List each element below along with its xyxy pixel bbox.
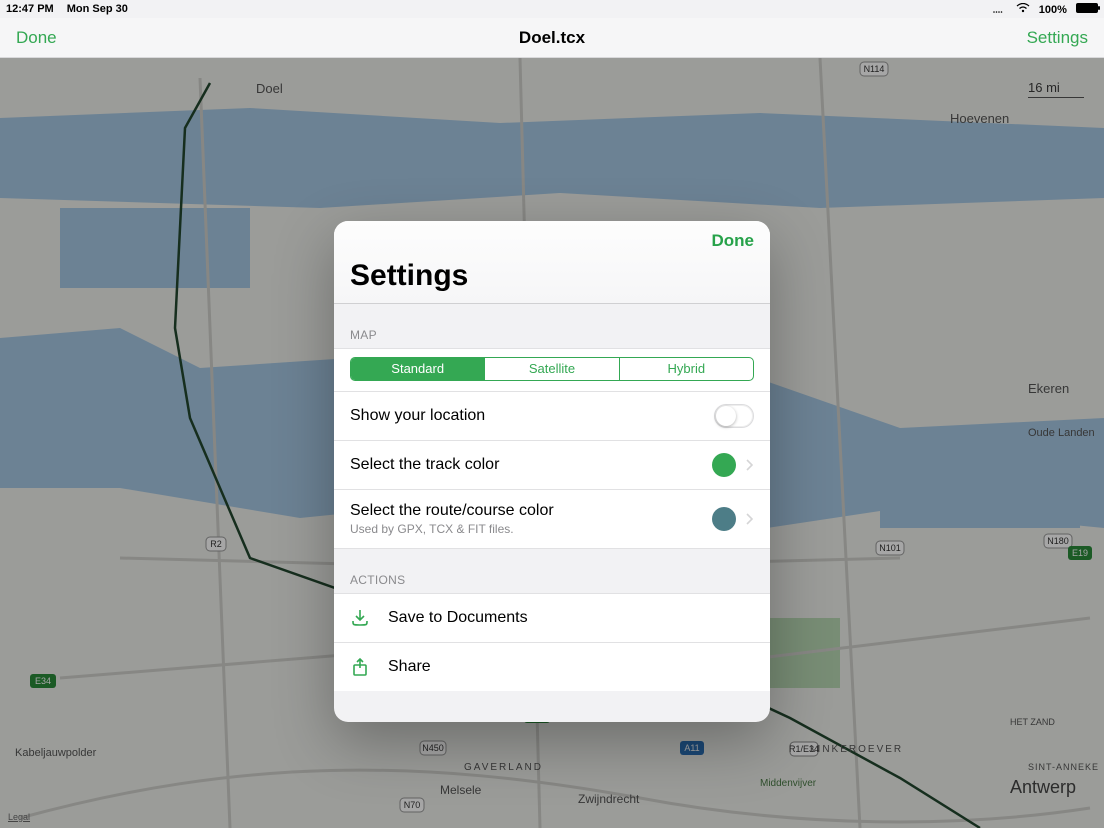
track-color-label: Select the track color — [350, 456, 499, 474]
battery-icon — [1076, 3, 1098, 13]
seg-hybrid[interactable]: Hybrid — [620, 358, 753, 380]
nav-done-button[interactable]: Done — [16, 28, 57, 48]
action-save-documents[interactable]: Save to Documents — [334, 594, 770, 643]
chevron-right-icon — [746, 459, 754, 471]
chevron-right-icon — [746, 513, 754, 525]
row-track-color[interactable]: Select the track color — [334, 441, 770, 490]
map-type-segmented: Standard Satellite Hybrid — [350, 357, 754, 381]
nav-bar: Done Doel.tcx Settings — [0, 18, 1104, 58]
wifi-icon — [1016, 3, 1030, 13]
battery-pct: 100% — [1039, 4, 1067, 16]
section-map-label: MAP — [334, 304, 770, 348]
download-icon — [350, 608, 370, 628]
status-date: Mon Sep 30 — [67, 3, 128, 15]
section-actions-label: ACTIONS — [334, 549, 770, 593]
sheet-done-button[interactable]: Done — [350, 231, 754, 251]
action-share-label: Share — [388, 658, 431, 676]
track-color-swatch — [712, 453, 736, 477]
seg-standard[interactable]: Standard — [351, 358, 485, 380]
route-color-sub: Used by GPX, TCX & FIT files. — [350, 522, 554, 536]
sheet-header: Done Settings — [334, 221, 770, 304]
route-color-label: Select the route/course color — [350, 502, 554, 520]
settings-sheet: Done Settings MAP Standard Satellite Hyb… — [334, 221, 770, 722]
row-show-location: Show your location — [334, 392, 770, 441]
status-bar: 12:47 PM Mon Sep 30 100% — [0, 0, 1104, 18]
map-view[interactable]: E34 R2 N450 N70 E34 A11 N101 N114 N180 E… — [0, 58, 1104, 828]
sheet-title: Settings — [350, 259, 754, 293]
row-route-color[interactable]: Select the route/course color Used by GP… — [334, 490, 770, 549]
nav-settings-button[interactable]: Settings — [1027, 28, 1088, 48]
page-title: Doel.tcx — [16, 28, 1088, 48]
show-location-label: Show your location — [350, 407, 485, 425]
action-share[interactable]: Share — [334, 643, 770, 691]
route-color-swatch — [712, 507, 736, 531]
show-location-switch[interactable] — [714, 404, 754, 428]
action-save-label: Save to Documents — [388, 609, 528, 627]
seg-satellite[interactable]: Satellite — [485, 358, 619, 380]
status-time: 12:47 PM — [6, 3, 54, 15]
share-icon — [350, 657, 370, 677]
cellular-icon — [993, 3, 1007, 13]
